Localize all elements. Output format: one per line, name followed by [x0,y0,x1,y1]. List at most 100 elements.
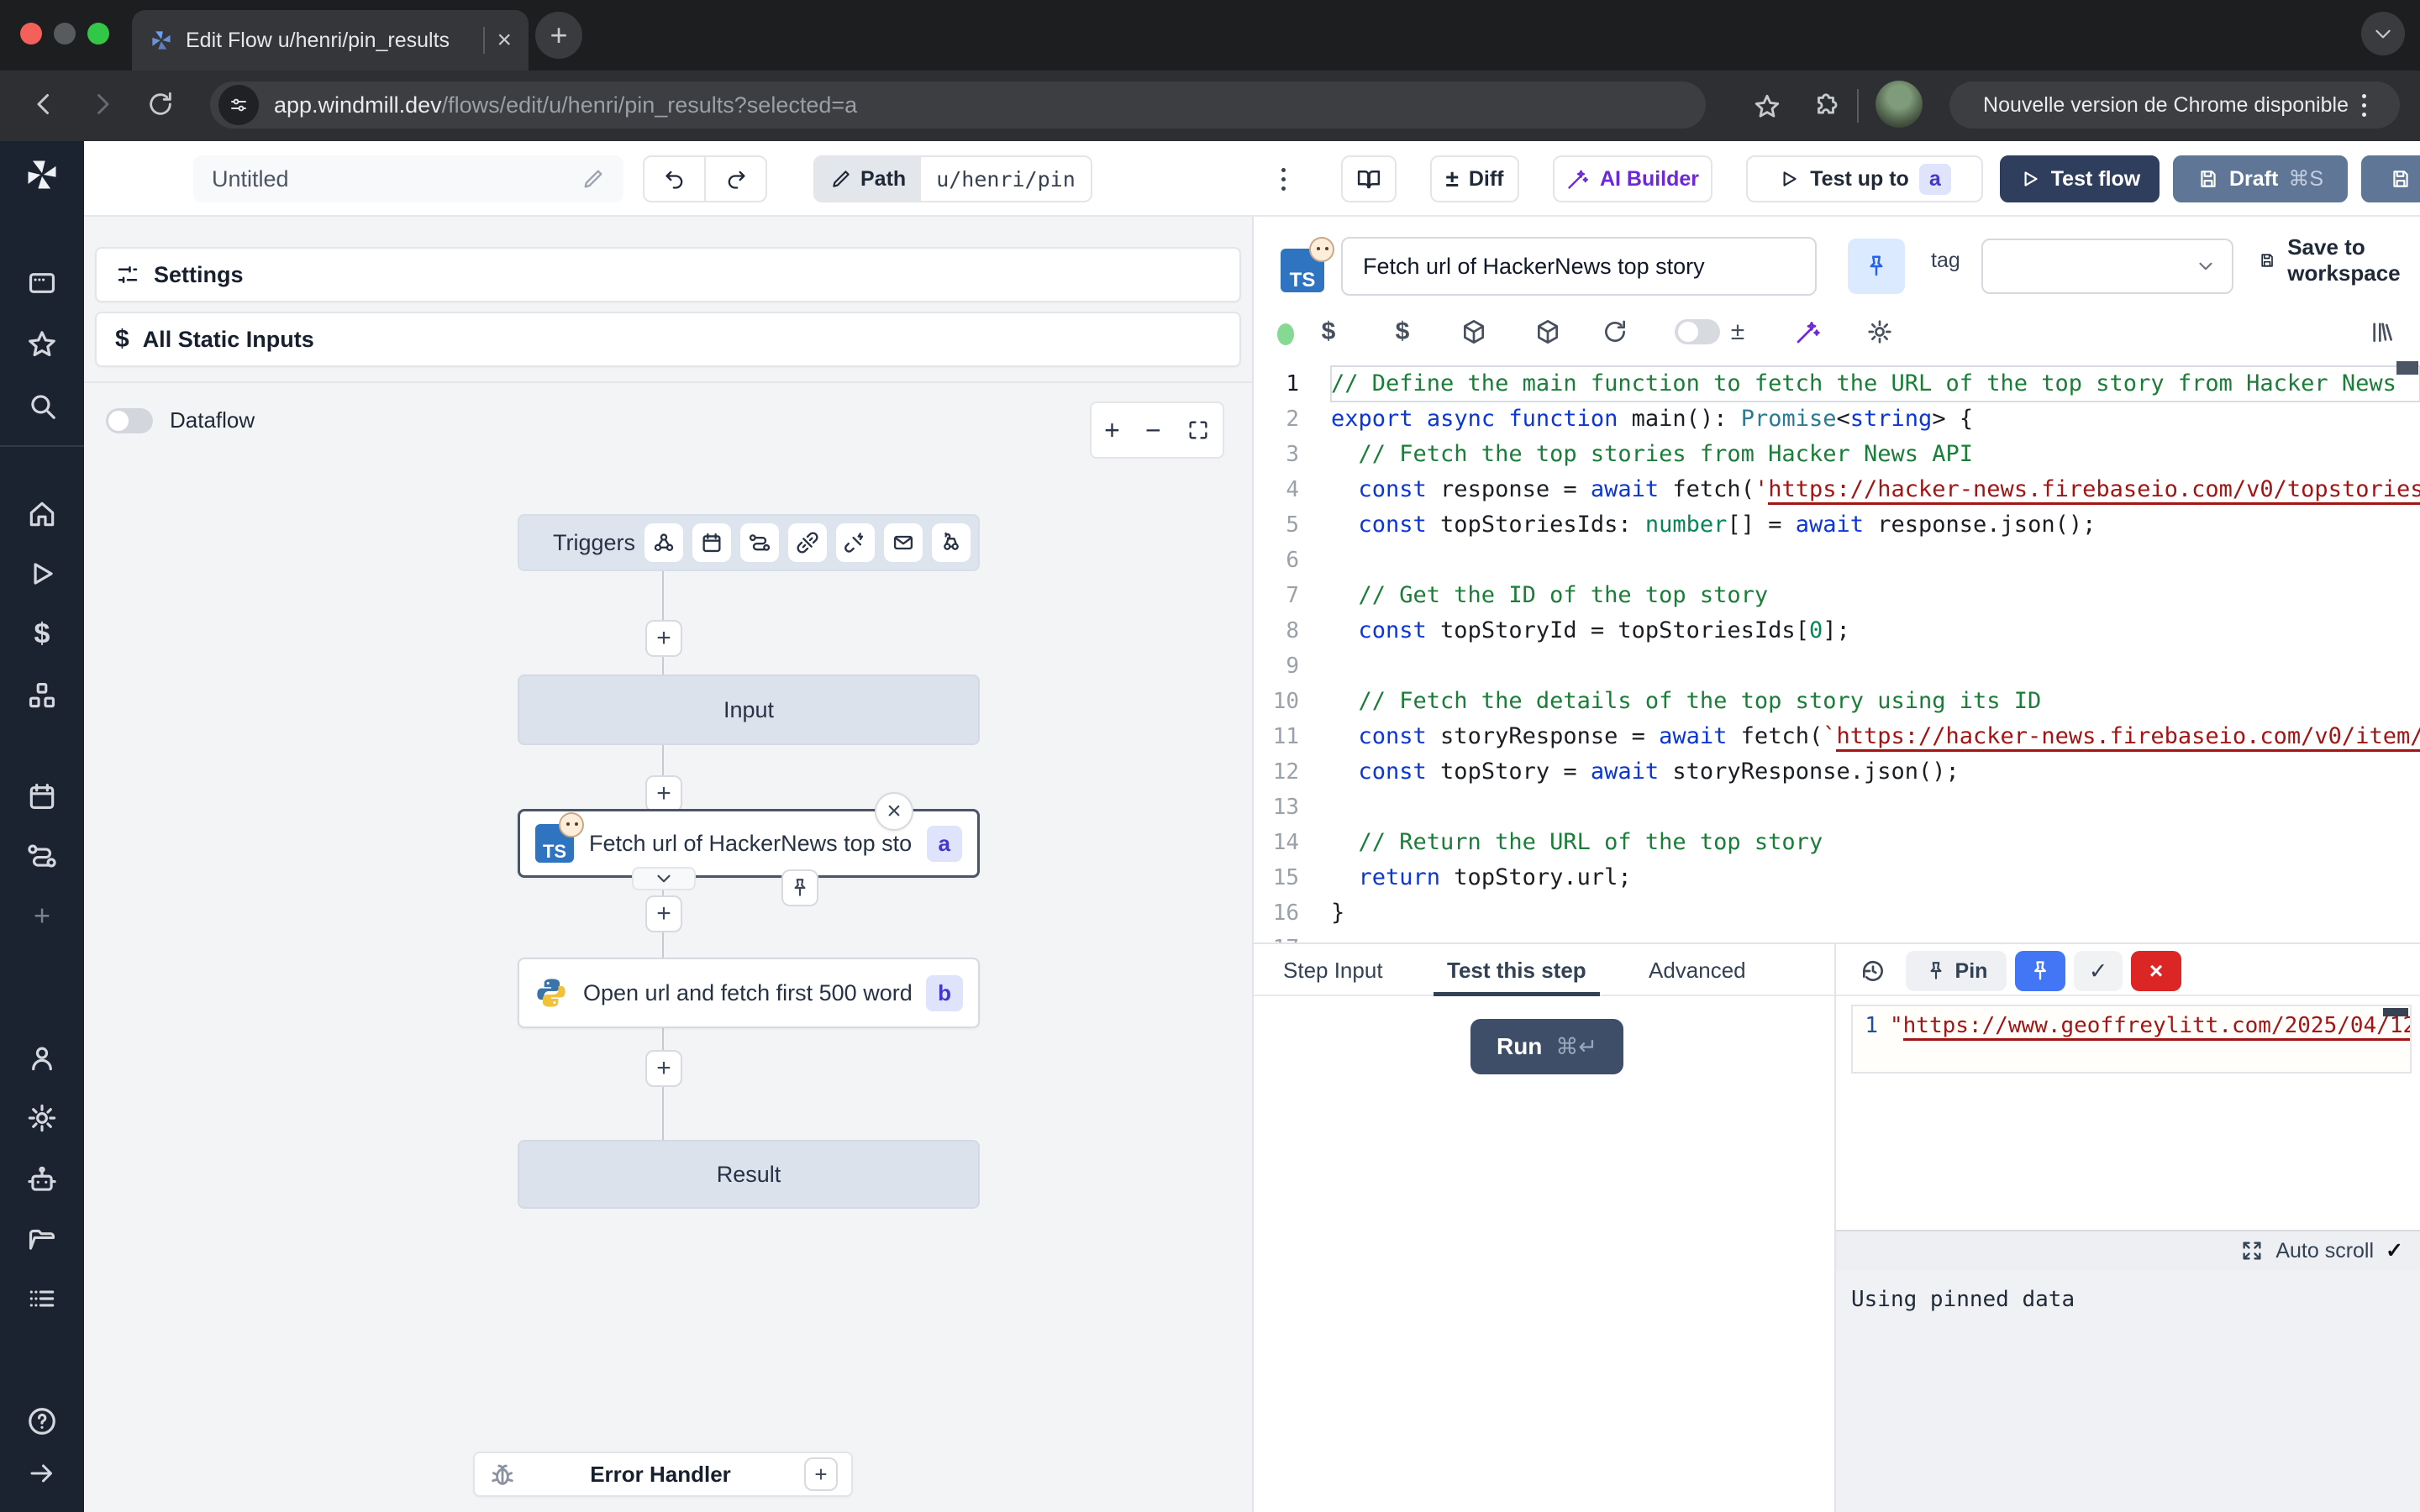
home-icon[interactable] [26,498,58,530]
code-line[interactable]: // Fetch the top stories from Hacker New… [1331,437,2420,472]
forward-icon[interactable] [87,89,118,123]
edit-pencil-icon[interactable] [581,167,605,191]
folders-icon[interactable] [26,1223,58,1255]
address-bar[interactable]: app.windmill.dev/flows/edit/u/henri/pin_… [210,81,1706,129]
back-icon[interactable] [29,89,59,123]
add-variable-icon[interactable]: $ [1322,318,1336,346]
diff-icon[interactable]: ± [1731,318,1744,346]
close-window-button[interactable] [20,23,42,45]
chrome-menu-icon[interactable] [2362,94,2366,117]
all-static-inputs-row[interactable]: $ All Static Inputs [95,312,1241,367]
code-line[interactable]: const response = await fetch('https://ha… [1331,472,2420,507]
code-line[interactable] [1331,543,2420,578]
accept-pin-button[interactable]: ✓ [2074,951,2123,991]
chrome-update-pill[interactable]: Nouvelle version de Chrome disponible [1949,81,2400,129]
editor-code[interactable]: // Define the main function to fetch the… [1331,366,2420,942]
workers-icon[interactable] [26,1164,58,1196]
error-handler-node[interactable]: Error Handler + [473,1452,853,1497]
tab-step-input[interactable]: Step Input [1283,944,1383,996]
tab-search-button[interactable] [2361,12,2405,55]
event-trigger-icon[interactable] [836,523,875,562]
code-line[interactable]: const topStoriesIds: number[] = await re… [1331,507,2420,543]
search-icon[interactable] [26,390,58,422]
site-info-icon[interactable] [218,85,259,125]
schedule-trigger-icon[interactable] [692,523,731,562]
code-line[interactable]: // Get the ID of the top story [1331,578,2420,613]
flow-settings-row[interactable]: Settings [95,247,1241,302]
code-line[interactable]: return topStory.url; [1331,860,2420,895]
windmill-logo-icon[interactable] [24,156,60,193]
add-item-icon[interactable]: + [34,900,50,933]
auto-scroll-check-icon[interactable]: ✓ [2386,1238,2403,1263]
code-line[interactable]: } [1331,895,2420,931]
draft-button[interactable]: Draft ⌘S [2173,155,2348,202]
tag-select[interactable] [1981,239,2233,294]
browser-tab[interactable]: Edit Flow u/henri/pin_results × [132,10,529,71]
docs-button[interactable] [1341,155,1397,202]
step-b-node[interactable]: Open url and fetch first 500 words of ..… [518,958,980,1028]
code-line[interactable]: // Define the main function to fetch the… [1331,366,2420,402]
triggers-node[interactable]: Triggers [518,514,980,571]
history-icon[interactable] [1851,951,1895,991]
step-pin-icon[interactable] [781,869,818,906]
code-line[interactable]: export async function main(): Promise<st… [1331,402,2420,437]
code-line[interactable] [1331,790,2420,825]
code-line[interactable] [1331,648,2420,684]
tab-close-icon[interactable]: × [497,26,512,55]
dataflow-toggle[interactable] [106,408,153,433]
package-icon[interactable] [1460,318,1487,345]
tab-test-this-step[interactable]: Test this step [1447,944,1586,996]
package-icon[interactable] [1534,318,1561,345]
test-flow-button[interactable]: Test flow [2000,155,2160,202]
zoom-in-icon[interactable]: + [1104,415,1120,446]
email-trigger-icon[interactable] [884,523,923,562]
reload-icon[interactable] [1602,318,1628,345]
users-icon[interactable] [26,1042,58,1074]
save-to-workspace-button[interactable]: Save to workspace [2259,217,2420,304]
logs-list-icon[interactable] [26,1283,58,1315]
code-editor[interactable]: 1234567891011121314151617 // Define the … [1254,360,2420,942]
more-options-icon[interactable] [1281,168,1286,191]
remove-step-icon[interactable]: × [875,792,913,831]
step-title-input[interactable]: Fetch url of HackerNews top story [1341,237,1817,296]
code-line[interactable]: // Return the URL of the top story [1331,825,2420,860]
test-up-to-button[interactable]: Test up to a [1746,155,1983,202]
add-step-button[interactable]: + [645,895,682,932]
runs-icon[interactable] [26,558,58,590]
reload-icon[interactable] [146,90,175,123]
code-line[interactable] [1331,931,2420,942]
code-line[interactable]: const storyResponse = await fetch(`https… [1331,719,2420,754]
collapse-step-icon[interactable] [632,867,696,890]
zoom-out-icon[interactable]: − [1145,415,1161,446]
editor-settings-gear-icon[interactable] [1866,318,1893,345]
deploy-button[interactable]: Deploy [2361,155,2420,202]
favorites-star-icon[interactable] [26,328,58,360]
library-icon[interactable] [2369,318,2396,345]
flow-name-field[interactable]: Untitled [193,155,623,202]
minimize-window-button[interactable] [54,23,76,45]
pin-label-button[interactable]: Pin [1906,951,2007,991]
websocket-trigger-icon[interactable] [788,523,827,562]
input-node[interactable]: Input [518,675,980,745]
schedules-icon[interactable] [26,780,58,812]
ai-wand-icon[interactable] [1795,318,1822,345]
path-chip[interactable]: Path u/henri/pin [813,155,1092,202]
zoom-window-button[interactable] [87,23,109,45]
expand-icon[interactable] [2240,1239,2264,1263]
diff-button[interactable]: ± Diff [1430,155,1519,202]
pin-step-button[interactable] [1848,239,1905,294]
tab-advanced[interactable]: Advanced [1649,944,1746,996]
new-tab-button[interactable]: + [535,12,582,59]
run-button[interactable]: Run ⌘↵ [1470,1019,1623,1074]
redo-button[interactable] [706,157,765,201]
bookmark-star-icon[interactable] [1753,92,1781,125]
webhook-trigger-icon[interactable] [644,523,683,562]
workspace-switcher-icon[interactable] [26,267,58,299]
add-step-button[interactable]: + [645,775,682,812]
settings-gear-icon[interactable] [26,1102,58,1134]
profile-avatar[interactable] [1876,81,1923,128]
add-step-button[interactable]: + [645,1050,682,1087]
pinned-value-editor[interactable]: 1"https://www.geoffreylitt.com/2025/04/1… [1851,1005,2412,1074]
undo-button[interactable] [644,157,706,201]
clear-pin-button[interactable]: × [2131,951,2181,991]
